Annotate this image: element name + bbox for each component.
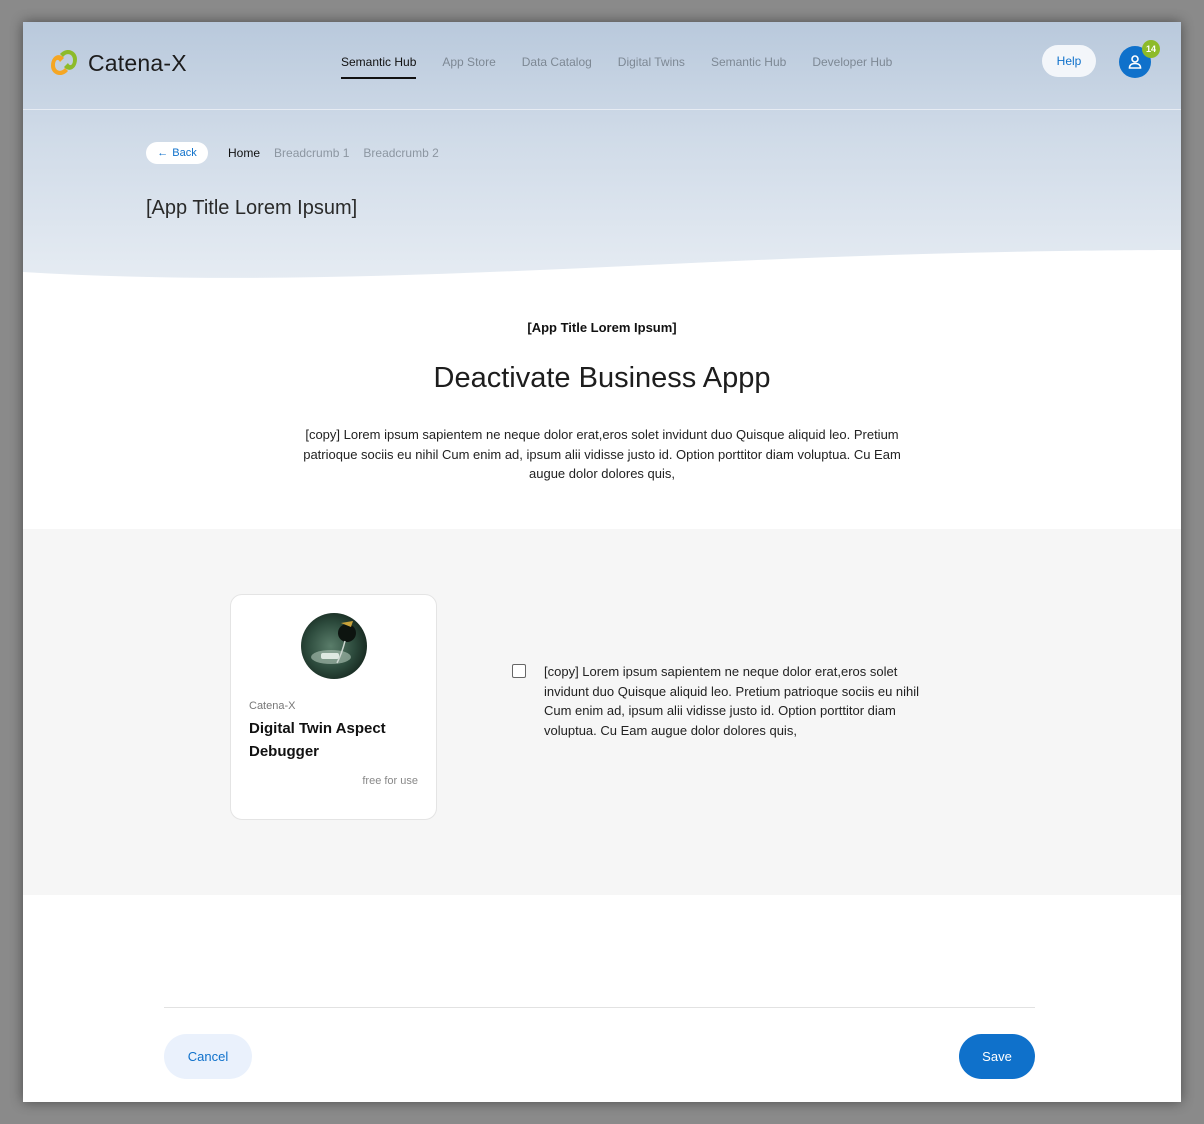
top-navigation-bar: Catena-X Semantic Hub App Store Data Cat… <box>23 22 1181 110</box>
help-button[interactable]: Help <box>1042 45 1096 77</box>
nav-item-app-store[interactable]: App Store <box>442 55 495 79</box>
nav-item-data-catalog[interactable]: Data Catalog <box>522 55 592 79</box>
nav-item-semantic-hub-2[interactable]: Semantic Hub <box>711 55 786 79</box>
catena-x-logo-icon <box>51 49 77 76</box>
app-price: free for use <box>362 775 418 787</box>
main-nav: Semantic Hub App Store Data Catalog Digi… <box>341 55 918 79</box>
hero-wave <box>23 250 1181 302</box>
nav-item-developer-hub[interactable]: Developer Hub <box>812 55 892 79</box>
breadcrumb-item[interactable]: Breadcrumb 2 <box>363 146 438 160</box>
cancel-button[interactable]: Cancel <box>164 1034 252 1079</box>
footer-divider <box>164 1007 1035 1008</box>
nav-item-digital-twins[interactable]: Digital Twins <box>618 55 685 79</box>
brand-name: Catena-X <box>88 49 187 76</box>
confirm-checkbox[interactable] <box>512 664 526 678</box>
section-kicker: [App Title Lorem Ipsum] <box>527 320 677 335</box>
app-card[interactable]: Catena-X Digital Twin Aspect Debugger fr… <box>230 594 437 820</box>
back-button-label: Back <box>172 147 197 159</box>
arrow-left-icon: ← <box>157 147 169 159</box>
app-name: Digital Twin Aspect Debugger <box>249 720 386 760</box>
section-copy: [copy] Lorem ipsum sapientem ne neque do… <box>303 427 901 481</box>
confirm-checkbox-label: [copy] Lorem ipsum sapientem ne neque do… <box>544 664 920 738</box>
user-icon <box>1128 55 1142 69</box>
breadcrumb-item[interactable]: Breadcrumb 1 <box>274 146 349 160</box>
section-heading: Deactivate Business Appp <box>433 362 771 394</box>
page-frame: Catena-X Semantic Hub App Store Data Cat… <box>23 22 1181 1102</box>
breadcrumb-home[interactable]: Home <box>228 146 260 160</box>
app-image <box>301 613 367 679</box>
back-button[interactable]: ← Back <box>146 142 208 164</box>
notification-badge: 14 <box>1142 40 1160 58</box>
breadcrumb: Home Breadcrumb 1 Breadcrumb 2 <box>228 146 453 160</box>
page-title: [App Title Lorem Ipsum] <box>146 197 358 219</box>
save-button[interactable]: Save <box>959 1034 1035 1079</box>
nav-item-semantic-hub[interactable]: Semantic Hub <box>341 55 417 79</box>
app-vendor: Catena-X <box>249 700 296 712</box>
brand-logo[interactable]: Catena-X <box>47 46 187 80</box>
app-thumbnail-image <box>301 613 367 679</box>
